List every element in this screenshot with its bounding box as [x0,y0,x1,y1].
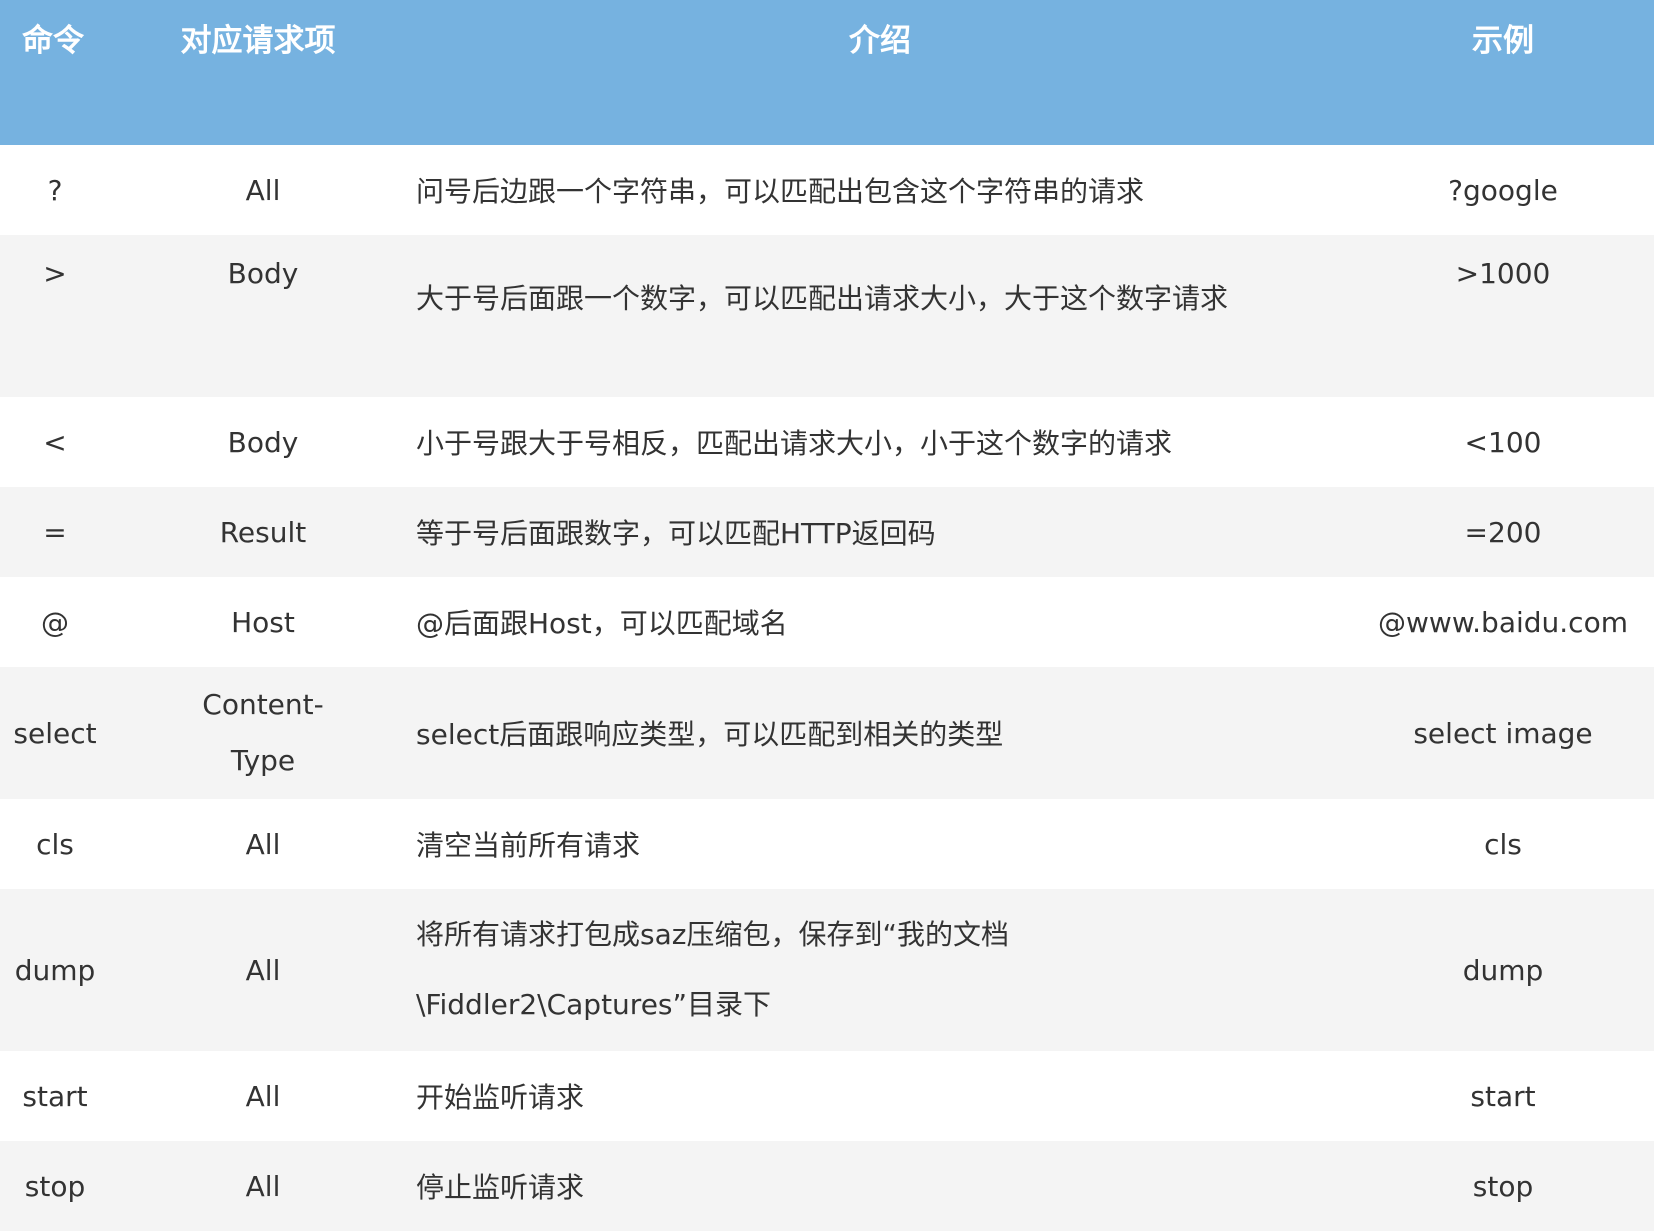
header-intro: 介绍 [849,23,911,59]
header-request-item: 对应请求项 [180,23,336,59]
cell-intro: 停止监听请求 [416,1171,585,1204]
command-table: 命令 对应请求项 介绍 示例 ? All 问号后边跟一个字符串，可以匹配出包含这… [0,0,1654,1231]
table-row: < Body 小于号跟大于号相反，匹配出请求大小，小于这个数字的请求 <100 [0,397,1654,487]
cell-command: @ [41,605,69,639]
cell-request-item: All [245,173,281,207]
table-row: select Content-Type select后面跟响应类型，可以匹配到相… [0,667,1654,799]
table-row: > Body 大于号后面跟一个数字，可以匹配出请求大小，大于这个数字请求 >10… [0,235,1654,397]
cell-command: > [43,257,67,290]
table-header: 命令 对应请求项 介绍 示例 [0,0,1654,145]
cell-request-item: Body [227,425,299,459]
cell-example: =200 [1464,515,1542,549]
table-row: @ Host @后面跟Host，可以匹配域名 @www.baidu.com [0,577,1654,667]
cell-command: select [13,716,97,750]
cell-intro: 开始监听请求 [416,1081,585,1114]
cell-example: stop [1472,1169,1534,1203]
cell-command: stop [24,1169,86,1203]
table-body: ? All 问号后边跟一个字符串，可以匹配出包含这个字符串的请求 ?google… [0,145,1654,1231]
cell-example: ?google [1448,173,1558,207]
cell-command: cls [36,827,74,861]
cell-intro: 清空当前所有请求 [416,829,641,862]
cell-intro: 将所有请求打包成saz压缩包，保存到“我的文档\Fiddler2\Capture… [416,918,1009,1021]
cell-command: < [43,425,67,459]
cell-example: dump [1462,953,1544,987]
cell-example: >1000 [1455,257,1551,290]
cell-request-item: Result [219,515,307,549]
cell-example: select image [1413,716,1593,750]
cell-intro: 小于号跟大于号相反，匹配出请求大小，小于这个数字的请求 [416,427,1173,460]
cell-intro: 大于号后面跟一个数字，可以匹配出请求大小，大于这个数字请求 [416,282,1229,315]
table-row: start All 开始监听请求 start [0,1051,1654,1141]
cell-request-item: Body [227,257,299,290]
table-row: dump All 将所有请求打包成saz压缩包，保存到“我的文档\Fiddler… [0,889,1654,1051]
cell-example: start [1470,1079,1536,1113]
cell-command: dump [14,953,96,987]
cell-request-item: All [245,953,281,987]
cell-request-item: Content-Type [202,688,324,777]
table-row: cls All 清空当前所有请求 cls [0,799,1654,889]
cell-intro: @后面跟Host，可以匹配域名 [416,607,788,640]
header-example: 示例 [1472,23,1534,59]
cell-request-item: All [245,1079,281,1113]
cell-request-item: Host [231,605,295,639]
table-row: stop All 停止监听请求 stop [0,1141,1654,1231]
cell-intro: select后面跟响应类型，可以匹配到相关的类型 [416,718,1004,751]
cell-request-item: All [245,827,281,861]
cell-intro: 等于号后面跟数字，可以匹配HTTP返回码 [416,517,936,550]
table-row: = Result 等于号后面跟数字，可以匹配HTTP返回码 =200 [0,487,1654,577]
table-row: ? All 问号后边跟一个字符串，可以匹配出包含这个字符串的请求 ?google [0,145,1654,235]
cell-example: cls [1484,827,1522,861]
cell-command: start [22,1079,88,1113]
cell-example: @www.baidu.com [1378,605,1628,639]
cell-command: = [43,515,67,549]
cell-intro: 问号后边跟一个字符串，可以匹配出包含这个字符串的请求 [416,175,1145,208]
cell-example: <100 [1464,425,1542,459]
header-command: 命令 [22,23,84,59]
header-row: 命令 对应请求项 介绍 示例 [0,0,1654,145]
cell-request-item: All [245,1169,281,1203]
cell-command: ? [47,173,63,207]
